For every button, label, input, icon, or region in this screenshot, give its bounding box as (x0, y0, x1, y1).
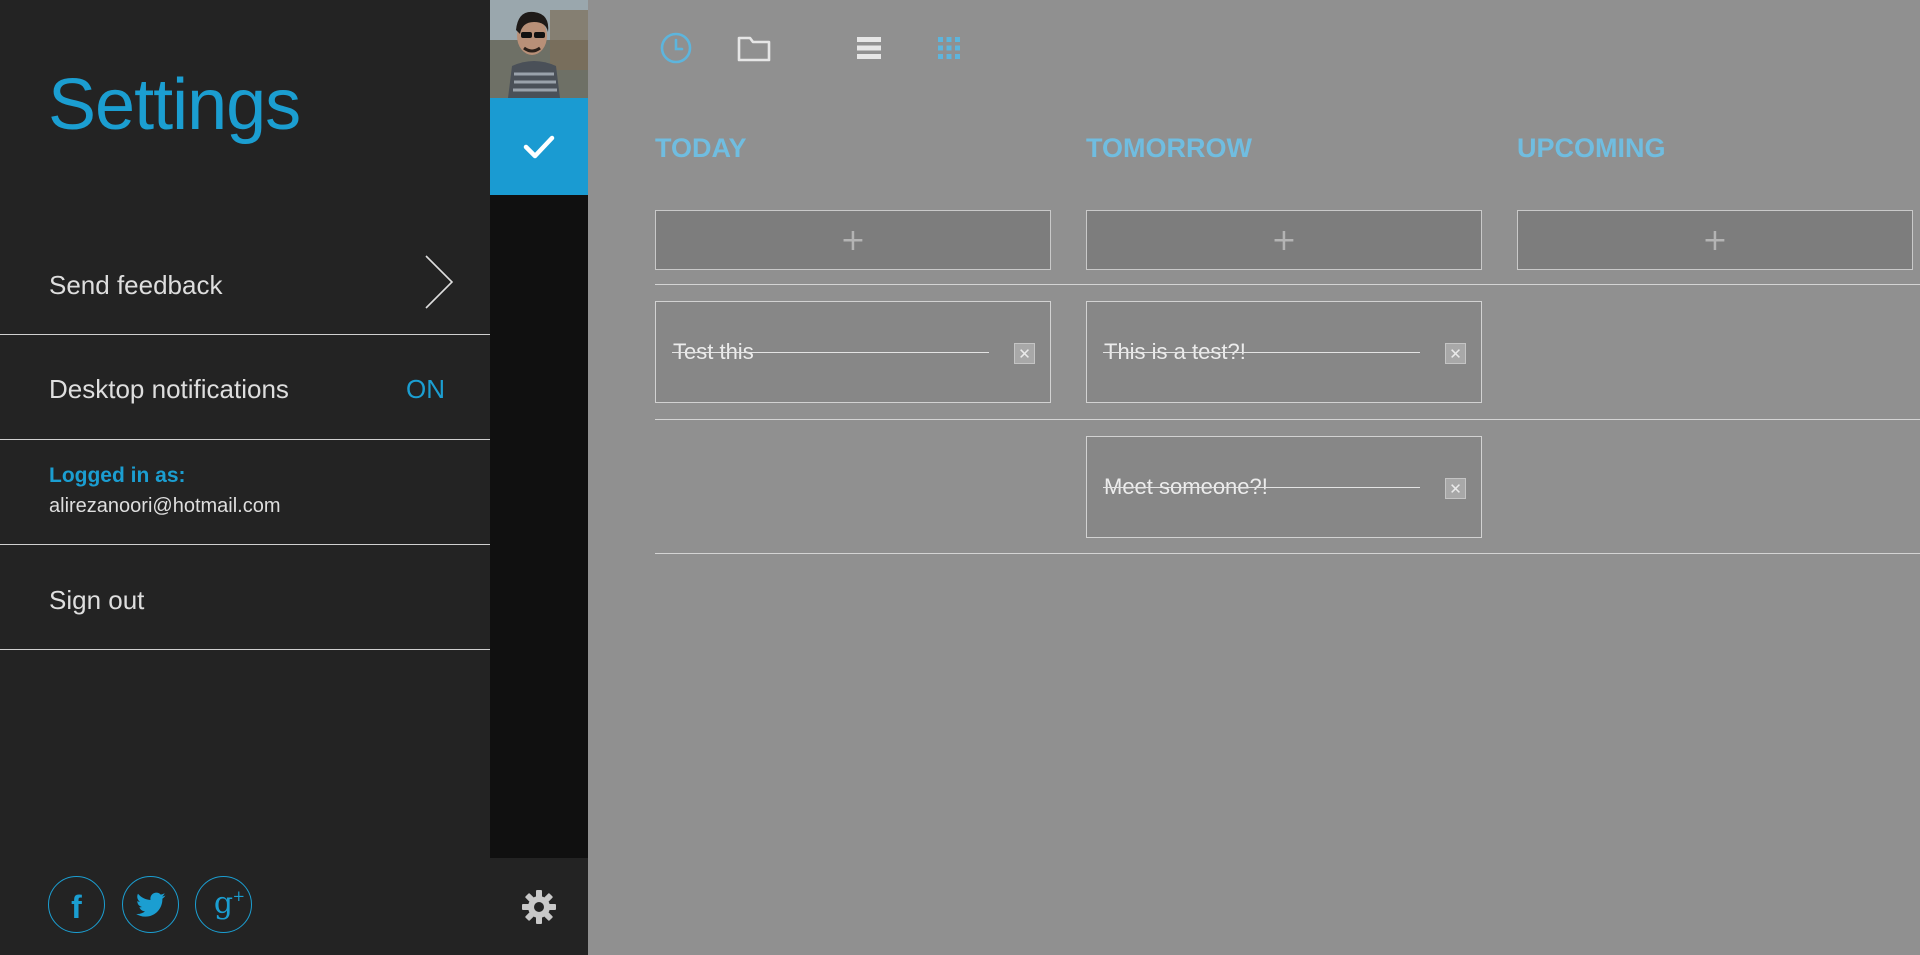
sign-out-row[interactable]: Sign out (0, 545, 490, 650)
google-plus-button[interactable]: g + (195, 876, 252, 933)
chevron-right-icon (425, 255, 454, 309)
gear-icon (522, 889, 556, 924)
list-view-icon (857, 37, 881, 59)
account-info: Logged in as: alirezanoori@hotmail.com (0, 440, 490, 545)
task-card[interactable]: Meet someone?! ✕ (1086, 436, 1482, 538)
folder-icon (737, 36, 771, 62)
row-divider (655, 419, 1920, 420)
avatar[interactable] (490, 0, 588, 98)
add-task-today-button[interactable]: + (655, 210, 1051, 270)
sign-out-label: Sign out (49, 585, 145, 615)
desktop-notifications-label: Desktop notifications (49, 374, 289, 404)
column-title-upcoming: UPCOMING (1517, 133, 1666, 163)
notifications-toggle[interactable]: ON (406, 374, 445, 405)
add-task-tomorrow-button[interactable]: + (1086, 210, 1482, 270)
google-plus-icon: g + (213, 885, 246, 921)
folder-button[interactable] (736, 30, 772, 66)
close-icon: ✕ (1449, 344, 1462, 363)
avatar-photo (490, 0, 588, 98)
row-divider (655, 284, 1920, 285)
row-divider (655, 553, 1920, 554)
twitter-icon (135, 892, 165, 917)
logged-in-email: alirezanoori@hotmail.com (49, 495, 281, 517)
facebook-icon: f (71, 888, 82, 925)
task-strikethrough (672, 352, 989, 353)
task-card[interactable]: This is a test?! ✕ (1086, 301, 1482, 403)
twitter-button[interactable] (122, 876, 179, 933)
delete-task-button[interactable]: ✕ (1014, 343, 1035, 364)
column-title-tomorrow: TOMORROW (1086, 133, 1252, 163)
nav-strip (490, 0, 588, 955)
add-task-upcoming-button[interactable]: + (1517, 210, 1913, 270)
logged-in-label: Logged in as: (49, 464, 186, 487)
check-icon (523, 135, 555, 158)
settings-nav-button[interactable] (490, 858, 588, 955)
grid-view-icon (938, 37, 960, 59)
list-view-button[interactable] (851, 30, 887, 66)
settings-panel: Settings Send feedback Desktop notificat… (0, 0, 490, 955)
clock-button[interactable] (658, 30, 694, 66)
desktop-notifications-row[interactable]: Desktop notifications ON (0, 335, 490, 440)
grid-view-button[interactable] (931, 30, 967, 66)
send-feedback-label: Send feedback (49, 270, 223, 300)
send-feedback-row[interactable]: Send feedback (0, 230, 490, 335)
tasks-nav-button[interactable] (490, 98, 588, 195)
delete-task-button[interactable]: ✕ (1445, 478, 1466, 499)
settings-title: Settings (48, 65, 301, 145)
task-strikethrough (1103, 352, 1420, 353)
close-icon: ✕ (1449, 479, 1462, 498)
facebook-button[interactable]: f (48, 876, 105, 933)
task-strikethrough (1103, 487, 1420, 488)
close-icon: ✕ (1018, 344, 1031, 363)
delete-task-button[interactable]: ✕ (1445, 343, 1466, 364)
clock-icon (660, 32, 692, 64)
task-card[interactable]: Test this ✕ (655, 301, 1051, 403)
column-title-today: TODAY (655, 133, 747, 163)
